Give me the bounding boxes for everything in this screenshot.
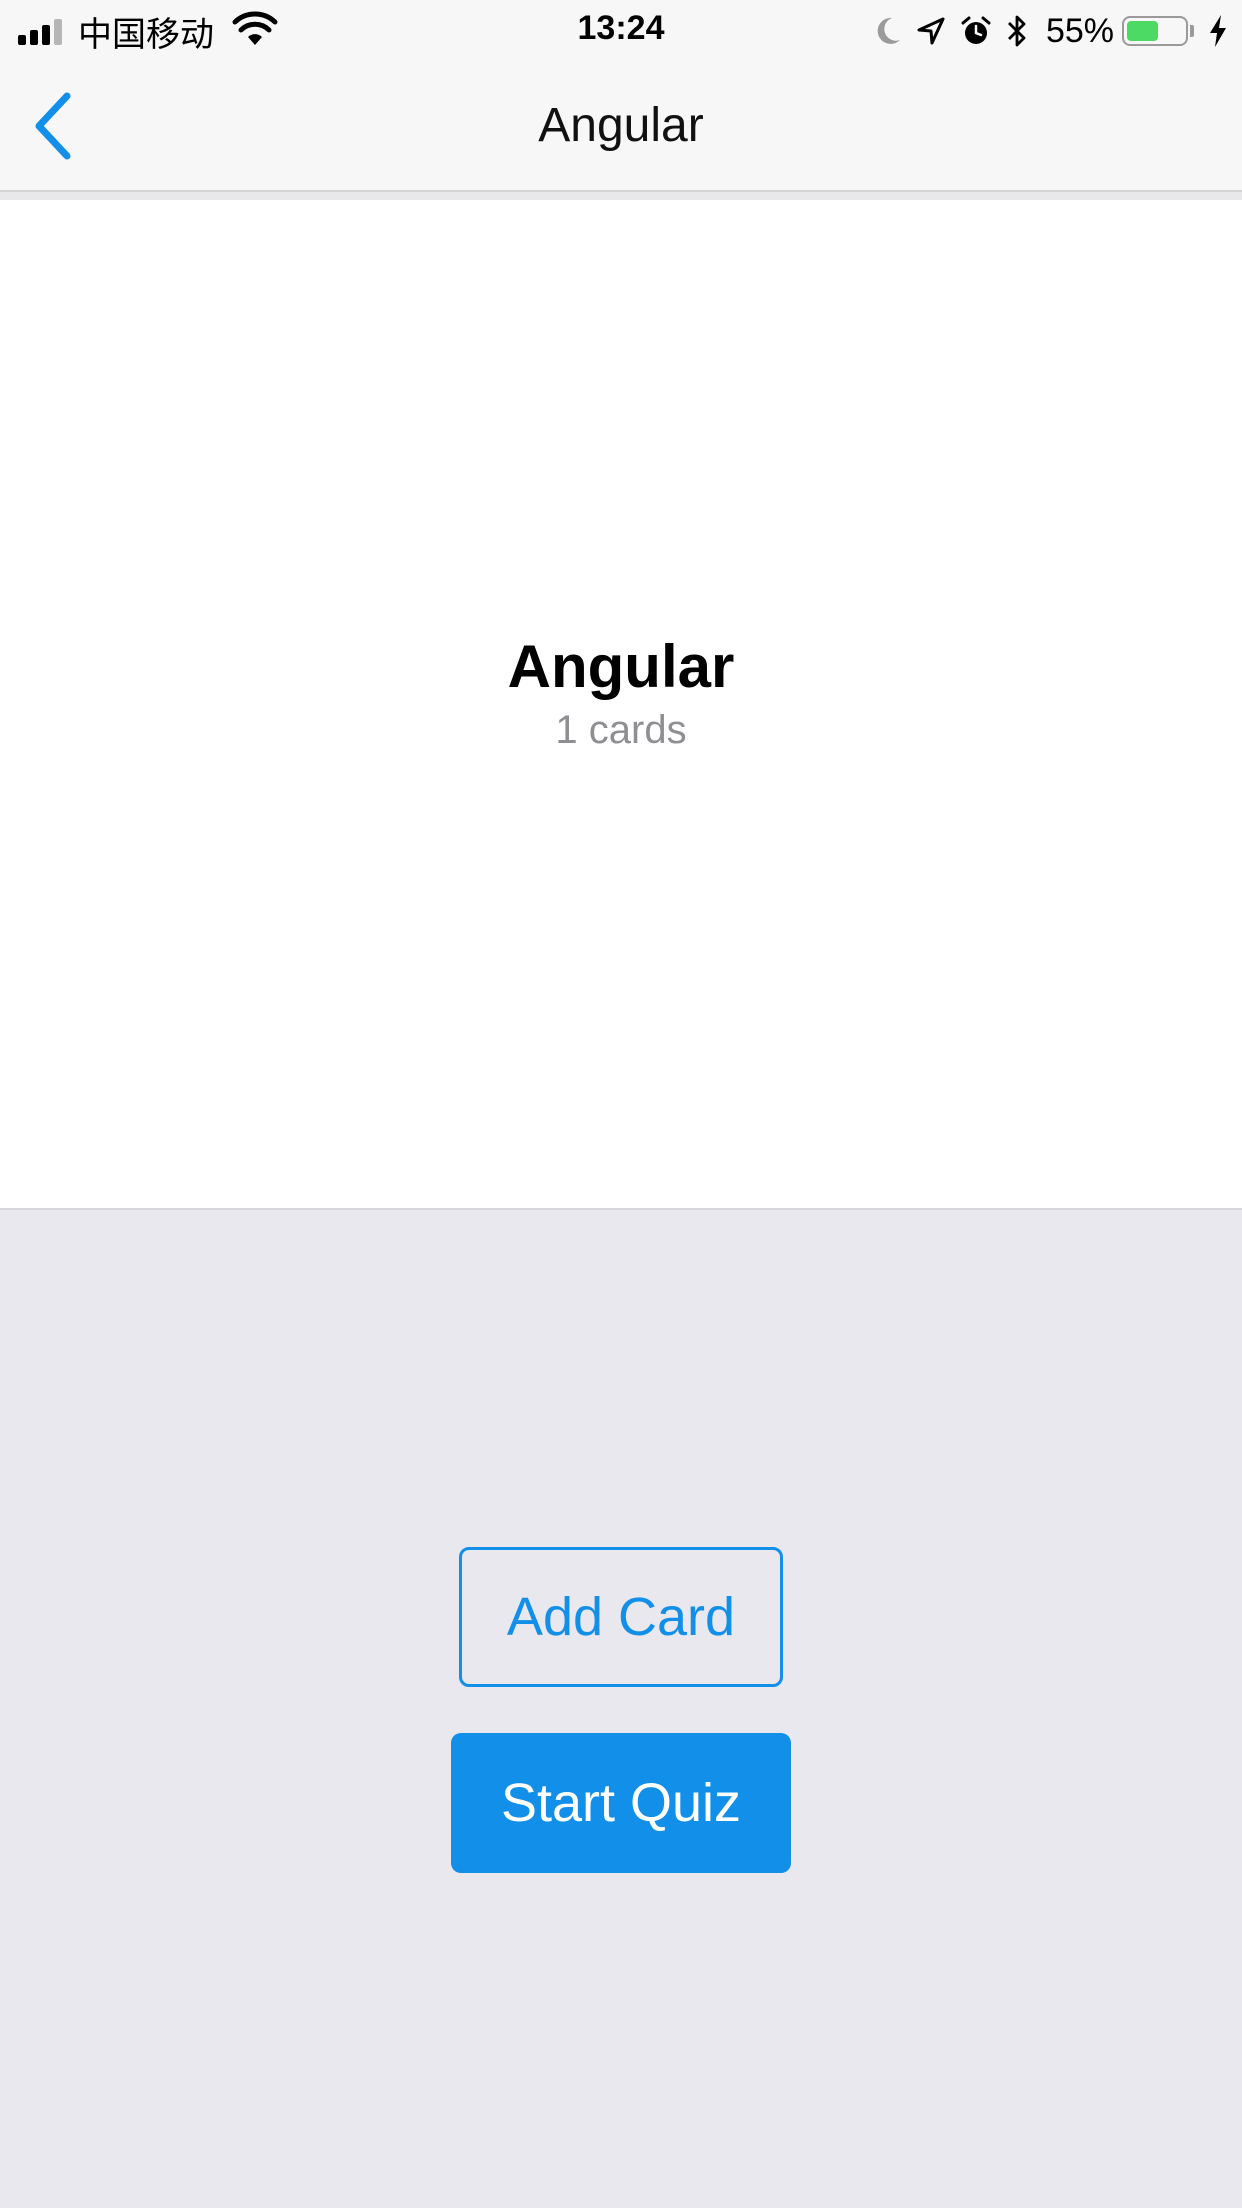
start-quiz-button[interactable]: Start Quiz [451,1733,791,1873]
deck-info-panel: Angular 1 cards [0,200,1242,1210]
deck-detail-screen: 中国移动 13:24 55% Angular Angular 1 cards A… [0,0,1242,2208]
battery-fill [1127,21,1158,41]
nav-title: Angular [538,99,704,152]
nav-divider [0,192,1242,200]
deck-title: Angular [507,633,735,700]
location-icon [916,16,946,46]
status-right: 55% [860,8,1228,54]
battery-percent: 55% [1045,11,1114,50]
bluetooth-icon [1006,14,1028,48]
status-bar: 中国移动 13:24 55% [0,0,1242,62]
moon-icon [874,16,902,46]
alarm-icon [960,15,992,47]
charging-icon [1208,14,1228,48]
battery-icon [1122,16,1194,46]
add-card-button[interactable]: Add Card [459,1547,783,1687]
navigation-bar: Angular [0,62,1242,192]
deck-card-count: 1 cards [555,708,687,752]
